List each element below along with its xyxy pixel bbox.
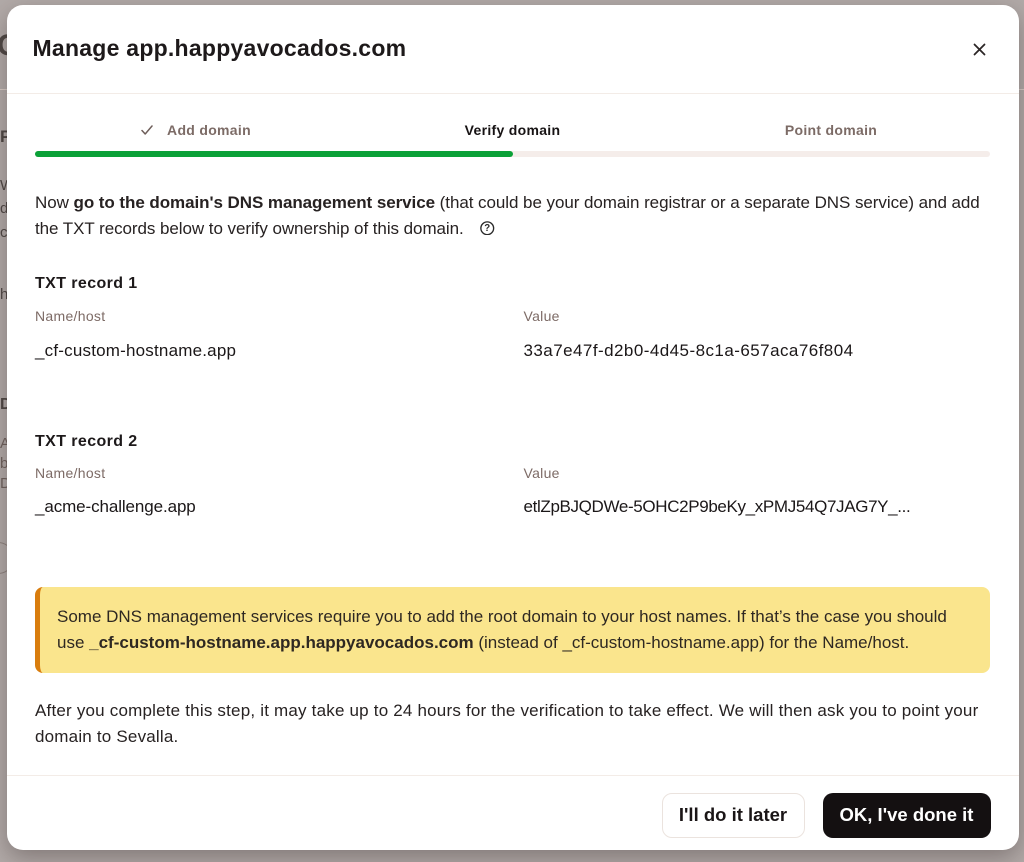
svg-text:?: ? bbox=[484, 223, 490, 234]
